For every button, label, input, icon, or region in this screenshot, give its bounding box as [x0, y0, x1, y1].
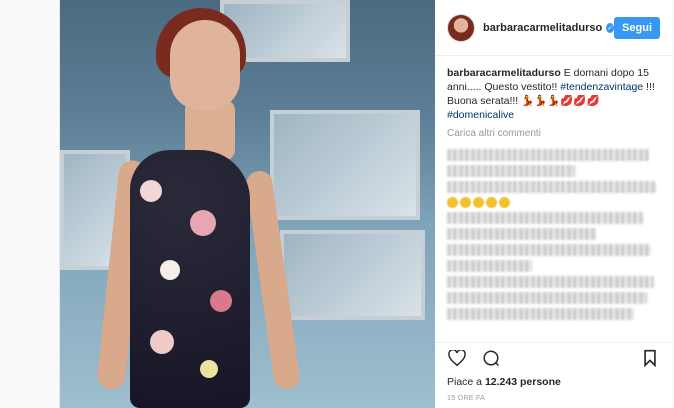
- flower-print: [200, 360, 218, 378]
- background-monitor: [280, 230, 425, 320]
- heart-icon[interactable]: [447, 348, 467, 368]
- post-photo[interactable]: [60, 0, 435, 408]
- flower-print: [150, 330, 174, 354]
- background-monitor: [270, 110, 420, 220]
- comments-list: [435, 149, 672, 320]
- emoji-icon: [499, 197, 510, 208]
- flower-print: [160, 260, 180, 280]
- load-more-comments[interactable]: Carica altri commenti: [435, 122, 672, 145]
- hashtag-link[interactable]: #tendenzavintage: [560, 81, 643, 93]
- caption-username[interactable]: barbaracarmelitadurso: [447, 67, 561, 79]
- likes-number[interactable]: 12.243 persone: [485, 376, 561, 388]
- blurred-comment: [447, 244, 652, 256]
- post-caption: barbaracarmelitadurso E domani dopo 15 a…: [435, 56, 672, 122]
- likes-count[interactable]: Piace a 12.243 persone: [447, 376, 561, 388]
- blurred-comment: [447, 228, 597, 240]
- flower-print: [140, 180, 162, 202]
- flower-print: [190, 210, 216, 236]
- emoji-icon: [460, 197, 471, 208]
- flower-print: [210, 290, 232, 312]
- emoji-icon: [486, 197, 497, 208]
- comment-icon[interactable]: [481, 348, 501, 368]
- blurred-comment: [447, 165, 575, 177]
- post-sidebar: barbaracarmelitadurso ✓ Segui barbaracar…: [435, 0, 672, 408]
- figure-face: [170, 20, 240, 110]
- blurred-comment: [447, 276, 654, 288]
- bookmark-icon[interactable]: [640, 348, 660, 368]
- blurred-comment: [447, 292, 648, 304]
- hashtag-link[interactable]: #domenicalive: [447, 109, 514, 121]
- post-timestamp: 15 ORE FA: [447, 395, 486, 402]
- instagram-post: barbaracarmelitadurso ✓ Segui barbaracar…: [59, 0, 672, 408]
- likes-prefix: Piace a: [447, 376, 485, 388]
- username-link[interactable]: barbaracarmelitadurso: [483, 22, 602, 34]
- blurred-emoji-row: [447, 197, 660, 208]
- blurred-comment: [447, 260, 533, 272]
- blurred-comment: [447, 149, 650, 161]
- post-header: barbaracarmelitadurso ✓ Segui: [435, 0, 672, 56]
- emoji-icon: [447, 197, 458, 208]
- blurred-comment: [447, 308, 635, 320]
- blurred-comment: [447, 212, 643, 224]
- follow-button[interactable]: Segui: [614, 16, 660, 39]
- floral-dress: [130, 150, 250, 408]
- verified-badge-icon: ✓: [606, 22, 615, 33]
- avatar[interactable]: [447, 13, 475, 42]
- blurred-comment: [447, 181, 656, 193]
- emoji-icon: [473, 197, 484, 208]
- post-actions: [435, 342, 672, 372]
